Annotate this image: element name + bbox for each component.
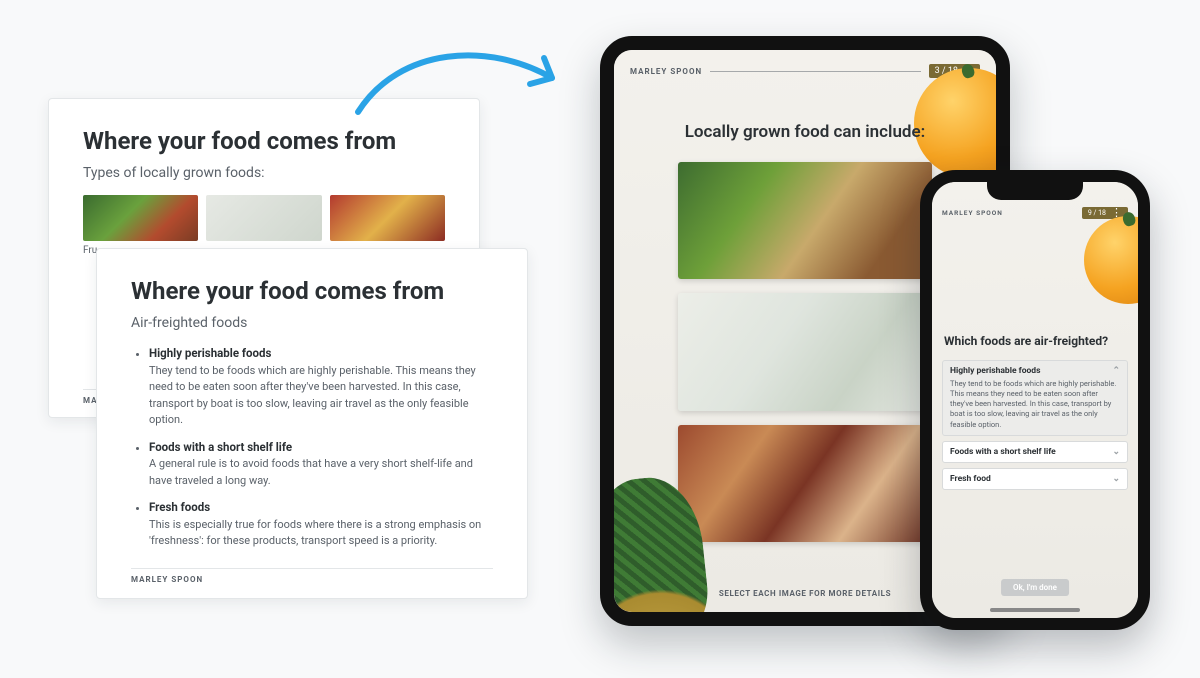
phone-topbar: MARLEY SPOON 9 / 18 ⋮	[942, 204, 1128, 222]
card-back-subtitle: Types of locally grown foods:	[83, 165, 445, 181]
topbar-divider	[710, 71, 921, 72]
phone-device: MARLEY SPOON 9 / 18 ⋮ Which foods are ai…	[920, 170, 1150, 630]
thumb-meat	[330, 195, 445, 241]
tablet-topbar: MARLEY SPOON 3 / 18 ⋮	[630, 60, 980, 82]
tile-produce[interactable]	[678, 162, 932, 279]
card-front-subtitle: Air-freighted foods	[131, 315, 493, 331]
bullet-list: Highly perishable foods They tend to be …	[131, 345, 493, 550]
brand-label: MARLEY SPOON	[630, 67, 702, 76]
chevron-down-icon: ⌄	[1112, 474, 1120, 484]
brand-footer: MARLEY SPOON	[131, 568, 493, 584]
canvas: Where your food comes from Types of loca…	[0, 0, 1200, 678]
phone-notch	[987, 182, 1083, 200]
done-button[interactable]: Ok, I'm done	[1001, 579, 1069, 596]
bullet-3-body: This is especially true for foods where …	[149, 518, 481, 548]
accordion-item-shelf-life[interactable]: Foods with a short shelf life ⌄	[942, 441, 1128, 463]
bullet-3-head: Fresh foods	[149, 500, 210, 514]
orange-decoration	[1084, 216, 1150, 304]
bullet-2-body: A general rule is to avoid foods that ha…	[149, 457, 473, 487]
bullet-2-head: Foods with a short shelf life	[149, 440, 292, 454]
chevron-down-icon: ⌄	[1112, 447, 1120, 457]
phone-screen: MARLEY SPOON 9 / 18 ⋮ Which foods are ai…	[932, 182, 1138, 618]
phone-heading: Which foods are air-freighted?	[944, 334, 1126, 348]
card-front-title: Where your food comes from	[131, 277, 493, 305]
bullet-1: Highly perishable foods They tend to be …	[149, 345, 493, 429]
brand-label: MARLEY SPOON	[942, 209, 1003, 217]
accordion-item-perishable[interactable]: Highly perishable foods ⌃ They tend to b…	[942, 360, 1128, 436]
tile-charcuterie[interactable]	[678, 425, 932, 542]
accordion-body: They tend to be foods which are highly p…	[950, 379, 1120, 430]
tablet-heading: Locally grown food can include:	[614, 122, 996, 142]
thumb-produce	[83, 195, 198, 241]
accordion-head: Highly perishable foods	[950, 366, 1040, 376]
thumb-dairy	[206, 195, 321, 241]
thumb-row	[83, 195, 445, 241]
bullet-1-head: Highly perishable foods	[149, 346, 271, 360]
chevron-up-icon: ⌃	[1112, 366, 1120, 376]
accordion-head: Foods with a short shelf life	[950, 447, 1056, 457]
bullet-3: Fresh foods This is especially true for …	[149, 499, 493, 550]
home-indicator	[990, 608, 1080, 612]
bullet-1-body: They tend to be foods which are highly p…	[149, 364, 476, 427]
accordion: Highly perishable foods ⌃ They tend to b…	[942, 360, 1128, 490]
accordion-head: Fresh food	[950, 474, 991, 484]
progress-text: 9 / 18	[1088, 209, 1106, 217]
card-back-title: Where your food comes from	[83, 127, 445, 155]
tile-list	[678, 162, 932, 542]
tile-dairy[interactable]	[678, 293, 932, 410]
doc-card-front: Where your food comes from Air-freighted…	[96, 248, 528, 599]
accordion-item-fresh[interactable]: Fresh food ⌄	[942, 468, 1128, 490]
bullet-2: Foods with a short shelf life A general …	[149, 439, 493, 490]
